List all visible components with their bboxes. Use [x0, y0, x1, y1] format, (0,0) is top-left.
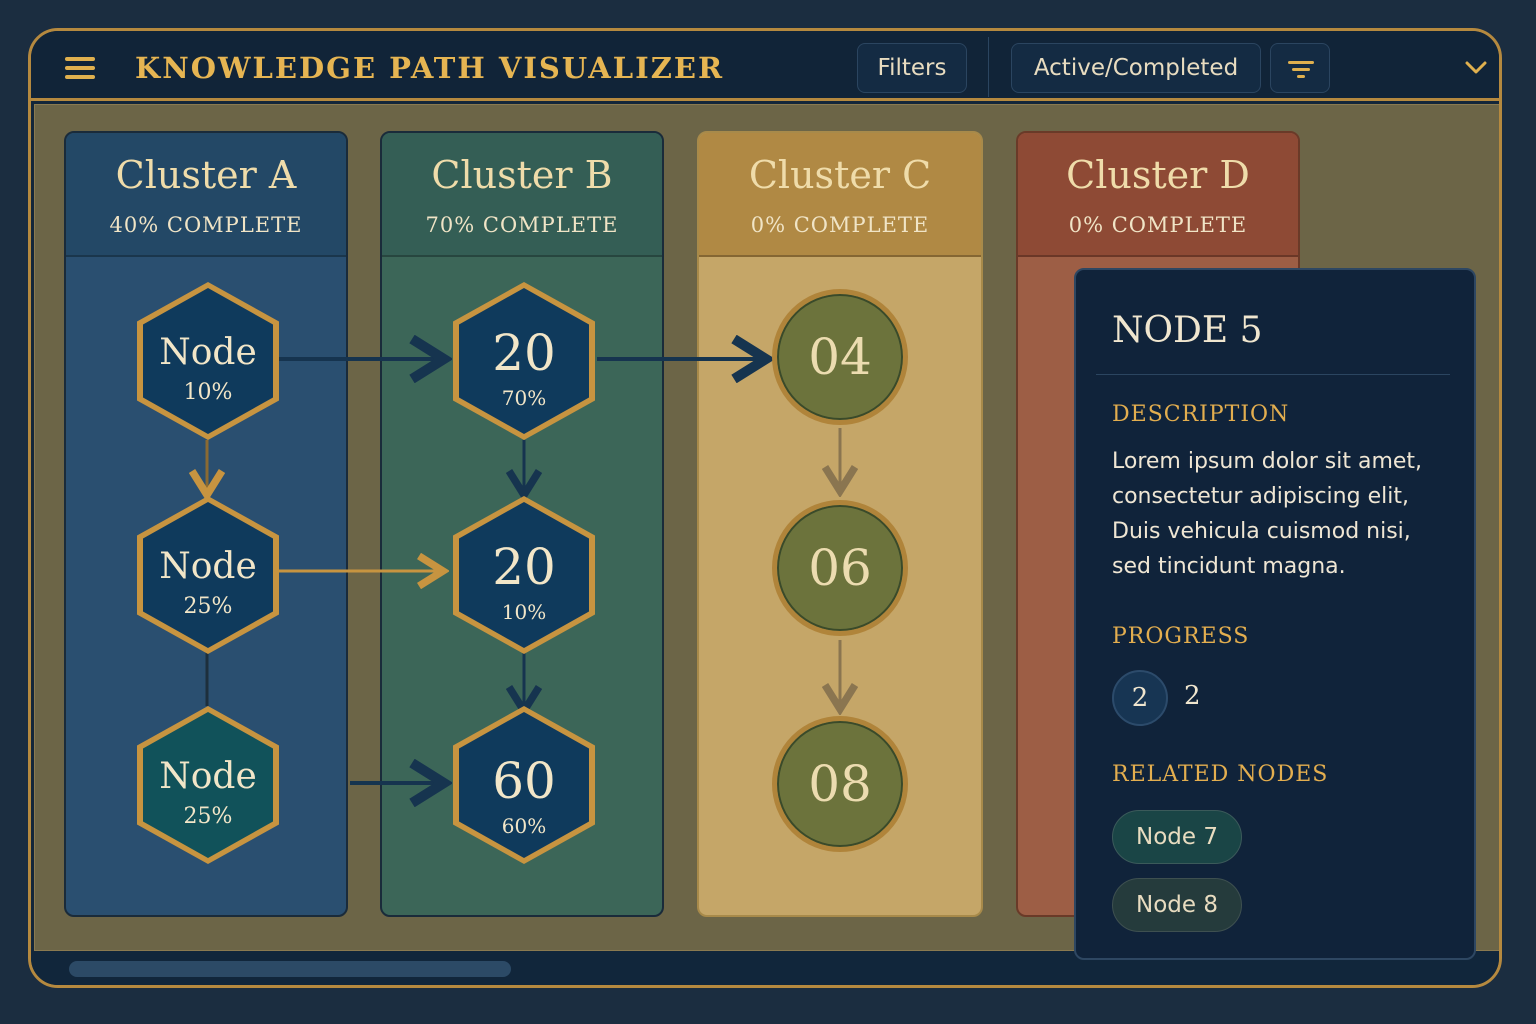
- progress-heading: PROGRESS: [1112, 624, 1250, 649]
- description-text: Lorem ipsum dolor sit amet, consectetur …: [1112, 449, 1423, 579]
- header-divider: [988, 37, 989, 97]
- description-heading: DESCRIPTION: [1112, 402, 1290, 427]
- node-c1[interactable]: 04: [772, 289, 908, 425]
- cluster-d-header: Cluster D 0% COMPLETE: [1018, 133, 1298, 257]
- header-bar: KNOWLEDGE PATH VISUALIZER Filters Active…: [31, 31, 1499, 101]
- progress-badge[interactable]: 2: [1112, 670, 1168, 726]
- node-a2-percent: 25%: [183, 594, 233, 619]
- cluster-b-title: Cluster B: [431, 153, 613, 197]
- progress-value: 2: [1184, 681, 1201, 711]
- node-a1-face: Node 10%: [143, 288, 273, 434]
- sort-filter-icon[interactable]: [1270, 43, 1330, 93]
- chevron-down-icon[interactable]: [1465, 61, 1487, 75]
- node-b1-label: 20: [492, 324, 556, 382]
- node-a1-label: Node: [159, 332, 257, 373]
- cluster-a-header: Cluster A 40% COMPLETE: [66, 133, 346, 257]
- app-title: KNOWLEDGE PATH VISUALIZER: [135, 51, 725, 85]
- node-c1-label: 04: [808, 328, 872, 386]
- node-b1-face: 20 70%: [459, 288, 589, 434]
- filters-button[interactable]: Filters: [857, 43, 967, 93]
- node-a3-face: Node 25%: [143, 712, 273, 858]
- details-divider: [1096, 374, 1450, 375]
- node-b3-percent: 60%: [501, 814, 547, 838]
- cluster-c-progress: 0% COMPLETE: [750, 213, 930, 237]
- cluster-d-progress: 0% COMPLETE: [1068, 213, 1248, 237]
- node-b2-label: 20: [492, 538, 556, 596]
- cluster-b-header: Cluster B 70% COMPLETE: [382, 133, 662, 257]
- node-a2-face: Node 25%: [143, 502, 273, 648]
- node-c2-label: 06: [808, 539, 872, 597]
- node-c3[interactable]: 08: [772, 716, 908, 852]
- hamburger-menu-icon[interactable]: [65, 57, 95, 79]
- cluster-c-header: Cluster C 0% COMPLETE: [699, 133, 981, 257]
- cluster-d-title: Cluster D: [1066, 153, 1250, 197]
- node-c3-label: 08: [808, 755, 872, 813]
- node-b2-face: 20 10%: [459, 502, 589, 648]
- node-a3-label: Node: [159, 756, 257, 797]
- details-title: NODE 5: [1112, 310, 1263, 351]
- node-c2[interactable]: 06: [772, 500, 908, 636]
- node-a1-percent: 10%: [183, 380, 233, 405]
- node-b3-face: 60 60%: [459, 712, 589, 858]
- cluster-b-progress: 70% COMPLETE: [425, 213, 619, 237]
- node-a3-percent: 25%: [183, 804, 233, 829]
- scrollbar-thumb[interactable]: [69, 961, 511, 977]
- cluster-c-title: Cluster C: [748, 153, 932, 197]
- cluster-a-title: Cluster A: [115, 153, 297, 197]
- related-node-chip[interactable]: Node 7: [1112, 810, 1242, 864]
- related-heading: RELATED NODES: [1112, 762, 1329, 787]
- node-b2-percent: 10%: [501, 600, 547, 624]
- node-details-panel: NODE 5 DESCRIPTION Lorem ipsum dolor sit…: [1074, 268, 1476, 960]
- cluster-a-progress: 40% COMPLETE: [109, 213, 303, 237]
- node-b3-label: 60: [492, 752, 556, 810]
- related-node-chip[interactable]: Node 8: [1112, 878, 1242, 932]
- node-a2-label: Node: [159, 546, 257, 587]
- active-completed-toggle[interactable]: Active/Completed: [1011, 43, 1261, 93]
- node-b1-percent: 70%: [501, 386, 547, 410]
